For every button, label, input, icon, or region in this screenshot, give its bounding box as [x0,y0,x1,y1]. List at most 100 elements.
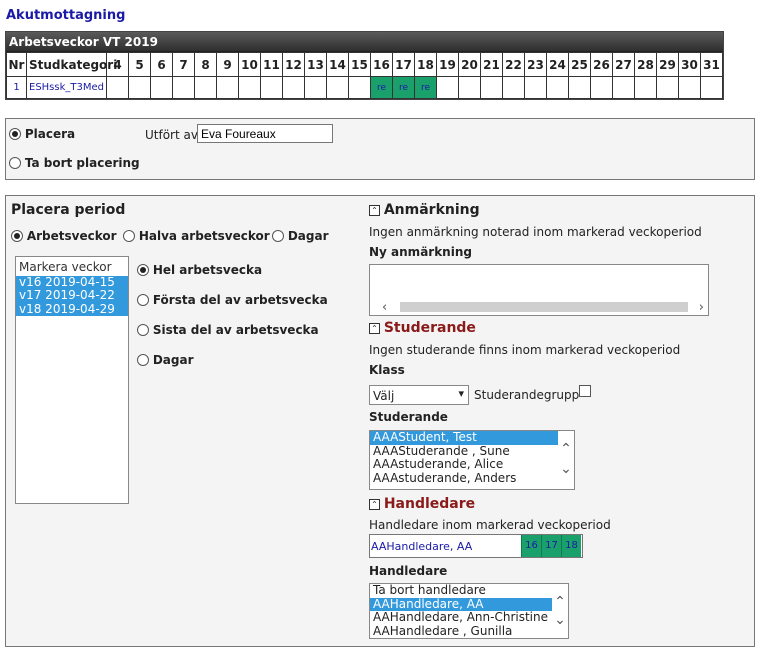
handledare-scrollbar[interactable]: ⌃ ⌄ [552,584,568,638]
weeks-table-header: Arbetsveckor VT 2019 [6,32,723,52]
studerande-info: Ingen studerande finns inom markerad vec… [369,343,681,357]
horizontal-scrollbar[interactable]: ‹ › [370,299,708,315]
week-cell-27[interactable] [612,76,635,99]
markera-veckor-box: Markera veckor v16 2019-04-15 v17 2019-04… [15,256,129,504]
studerande-header[interactable]: ⌃ Studerande [369,320,476,336]
scroll-down-icon[interactable]: ⌄ [554,613,566,627]
list-item[interactable]: AAHandledare, AA [370,597,552,611]
list-item[interactable]: AAAstuderande, Alice [370,457,558,472]
handledare-header[interactable]: ⌃ Handledare [369,496,475,512]
list-item[interactable]: v16 2019-04-15 [16,275,128,289]
list-item[interactable]: v17 2019-04-22 [16,288,128,303]
opt-dagar[interactable]: Dagar [272,229,329,243]
week-cell-16[interactable]: re [370,76,393,99]
week-header-8: 8 [194,52,217,77]
scroll-up-icon[interactable]: ⌃ [560,442,572,456]
week-cell-22[interactable] [502,76,525,99]
forsta-radio[interactable] [137,294,149,306]
placera-radio[interactable] [9,128,21,140]
week-cell-14[interactable] [326,76,349,99]
week-cell-7[interactable] [172,76,195,99]
collapse-icon[interactable]: ⌃ [369,205,380,216]
klass-select[interactable]: Välj ▾ [369,385,469,405]
week-cell-13[interactable] [304,76,327,99]
dagar-radio[interactable] [272,230,284,242]
list-item[interactable]: AAAStudent, Test [370,431,558,445]
arbetsveckor-radio[interactable] [11,230,23,242]
period-panel: Placera period Arbetsveckor Halva arbets… [5,195,755,647]
week-cell-24[interactable] [546,76,569,99]
handledare-week-18[interactable]: 18 [561,535,581,557]
scroll-left-icon[interactable]: ‹ [382,301,387,314]
opt-arbetsveckor[interactable]: Arbetsveckor [11,229,117,243]
sub-sista[interactable]: Sista del av arbetsvecka [137,323,319,337]
collapse-icon[interactable]: ⌃ [369,323,380,334]
week-cell-11[interactable] [260,76,283,99]
list-item[interactable]: AAAstuderande, Anders [370,471,558,486]
sista-radio[interactable] [137,324,149,336]
collapse-icon[interactable]: ⌃ [369,499,380,510]
week-cell-28[interactable] [634,76,657,99]
week-cell-30[interactable] [678,76,701,99]
utfort-av-input[interactable] [197,124,333,143]
week-header-17: 17 [392,52,415,77]
scroll-up-icon[interactable]: ⌃ [554,595,566,609]
week-header-11: 11 [260,52,283,77]
week-cell-25[interactable] [568,76,591,99]
handledare-list-label: Handledare [369,564,448,578]
opt-halva[interactable]: Halva arbetsveckor [123,229,270,243]
sub-forsta[interactable]: Första del av arbetsvecka [137,293,328,307]
week-cell-15[interactable] [348,76,371,99]
weeks-table: Arbetsveckor VT 2019 Nr Studkategori 456… [5,31,724,100]
week-cell-23[interactable] [524,76,547,99]
week-cell-10[interactable] [238,76,261,99]
hel-label: Hel arbetsvecka [152,263,263,277]
handledare-week-16[interactable]: 16 [521,535,541,557]
week-cell-5[interactable] [128,76,151,99]
list-item[interactable]: Ta bort handledare [370,584,552,598]
week-cell-20[interactable] [458,76,481,99]
sub-hel[interactable]: Hel arbetsvecka [137,263,262,277]
list-item[interactable]: v18 2019-04-29 [16,302,128,316]
list-item[interactable]: AAHandledare, Ann-Christine [370,610,552,625]
handledare-listbox[interactable]: Ta bort handledare AAHandledare, AA AAHand… [369,583,569,639]
anmarkning-header[interactable]: ⌃ Anmärkning [369,202,480,218]
scroll-down-icon[interactable]: ⌄ [560,462,572,476]
week-cell-8[interactable] [194,76,217,99]
week-cell-31[interactable] [700,76,723,99]
ta-bort-radio[interactable] [9,157,21,169]
week-cell-29[interactable] [656,76,679,99]
week-header-14: 14 [326,52,349,77]
ny-anmarkning-textarea[interactable]: ‹ › [369,264,709,316]
week-cell-4[interactable] [106,76,129,99]
scroll-thumb[interactable] [400,302,688,312]
week-cell-6[interactable] [150,76,173,99]
week-cell-19[interactable] [436,76,459,99]
week-header-30: 30 [678,52,701,77]
sub-dagar-radio[interactable] [137,354,149,366]
placera-option[interactable]: Placera [9,127,75,141]
handledare-week-17[interactable]: 17 [541,535,561,557]
week-cell-26[interactable] [590,76,613,99]
studerandegrupp-checkbox[interactable] [579,385,591,397]
week-cell-21[interactable] [480,76,503,99]
week-cell-12[interactable] [282,76,305,99]
ta-bort-option[interactable]: Ta bort placering [9,156,140,170]
hel-radio[interactable] [137,264,149,276]
week-cell-9[interactable] [216,76,239,99]
list-item[interactable]: AAHandledare , Gunilla [370,624,552,639]
week-header-16: 16 [370,52,393,77]
week-cell-18[interactable]: re [414,76,437,99]
halva-radio[interactable] [123,230,135,242]
ny-anmarkning-label: Ny anmärkning [369,245,472,259]
week-header-28: 28 [634,52,657,77]
handledare-info: Handledare inom markerad veckoperiod [369,518,611,532]
sub-dagar[interactable]: Dagar [137,353,194,367]
studerande-scrollbar[interactable]: ⌃ ⌄ [558,431,574,489]
scroll-right-icon[interactable]: › [699,301,704,314]
studerande-listbox[interactable]: AAAStudent, Test AAAStuderande , Sune AAAs… [369,430,575,490]
week-cell-17[interactable]: re [392,76,415,99]
list-item[interactable]: AAAStuderande , Sune [370,444,558,459]
row-studkategori[interactable]: ESHssk_T3Med [26,76,107,99]
handledare-current-name[interactable]: AAHandledare, AA [371,540,472,553]
